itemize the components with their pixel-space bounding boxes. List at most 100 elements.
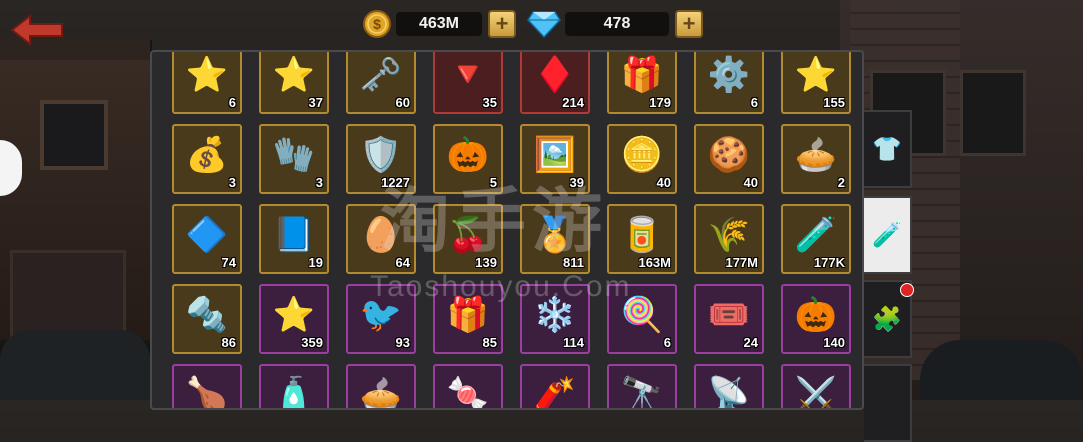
item-quantity: 24	[743, 335, 758, 350]
item-quantity: 359	[301, 335, 323, 350]
gold-coin-icon: 🪙	[620, 136, 664, 175]
crossed-tools-icon: ⚔️	[794, 376, 838, 410]
key-icon: 🗝️	[359, 56, 403, 95]
back-arrow-icon	[10, 13, 63, 47]
inventory-slot[interactable]: ⭐ 37	[259, 52, 329, 114]
gem-currency: 478 +	[527, 8, 703, 40]
inventory-slot[interactable]: 🍗	[172, 364, 242, 410]
item-quantity: 177K	[813, 255, 845, 270]
item-quantity: 40	[656, 175, 671, 190]
inventory-slot[interactable]: 🎃 140	[781, 284, 851, 354]
tab-more[interactable]	[864, 364, 912, 442]
inventory-slot[interactable]: 🧴	[259, 364, 329, 408]
inventory-slot[interactable]: 🔷 74	[172, 204, 242, 274]
svg-text:$: $	[373, 16, 381, 32]
gem-amount: 478	[565, 12, 669, 36]
inventory-slot[interactable]: 🧨	[520, 364, 590, 408]
inventory-slot[interactable]: 🎁 179	[607, 52, 677, 114]
inventory-slot[interactable]: 🪙 40	[607, 124, 677, 194]
add-gems-button[interactable]: +	[675, 10, 703, 38]
background-car	[0, 330, 150, 400]
pie-icon: 🥧	[794, 136, 838, 175]
item-quantity: 40	[743, 175, 758, 190]
back-button[interactable]	[10, 13, 64, 47]
item-quantity: 19	[308, 255, 323, 270]
puzzle-piece-icon: 🧩	[872, 305, 902, 333]
pie-icon: 🥧	[359, 376, 403, 410]
item-quantity: 214	[562, 95, 584, 110]
inventory-slot[interactable]: 📘 19	[259, 204, 329, 274]
blue-diamond-icon	[527, 11, 561, 38]
plus-icon: +	[682, 11, 696, 36]
inventory-slot[interactable]: 🍬	[433, 364, 503, 410]
inventory-slot[interactable]: 🧤 3	[259, 124, 329, 194]
item-quantity: 3	[315, 175, 323, 190]
wheat-icon: 🌾	[707, 216, 751, 255]
background-window	[960, 70, 1026, 156]
inventory-slot[interactable]: 🗝️ 60	[346, 52, 416, 114]
star-badge-icon: ⭐	[272, 56, 316, 95]
inventory-slot[interactable]: 🍪 40	[694, 124, 764, 194]
item-quantity: 85	[482, 335, 497, 350]
blue-shield-icon: 🔷	[185, 216, 229, 255]
tab-consumables[interactable]: 🧪	[864, 196, 912, 274]
item-quantity: 93	[395, 335, 410, 350]
background-car	[920, 340, 1083, 400]
item-quantity: 6	[228, 95, 236, 110]
red-gem-icon: ♦️	[533, 56, 577, 95]
inventory-slot[interactable]: 🥧	[346, 364, 416, 410]
inventory-slot[interactable]: 📡	[694, 364, 764, 410]
cookies-icon: 🍪	[707, 136, 751, 175]
inventory-slot[interactable]: 🔻 35	[433, 52, 503, 114]
gift-box-icon: 🎁	[620, 56, 664, 95]
tab-clothing[interactable]: 👕	[864, 110, 912, 188]
inventory-slot[interactable]: 🥫 163M	[607, 204, 677, 274]
inventory-slot[interactable]: ♦️ 214	[520, 52, 590, 114]
inventory-slot[interactable]: ⚙️ 6	[694, 52, 764, 114]
inventory-slot[interactable]: ⭐ 155	[781, 52, 851, 114]
item-quantity: 2	[837, 175, 845, 190]
add-gold-button[interactable]: +	[488, 10, 516, 38]
ticket-icon: 🎟️	[707, 296, 751, 335]
gift-bag-icon: 💰	[185, 136, 229, 175]
item-quantity: 177M	[725, 255, 758, 270]
item-quantity: 155	[823, 95, 845, 110]
inventory-slot[interactable]: 🥧 2	[781, 124, 851, 194]
item-quantity: 74	[221, 255, 236, 270]
inventory-slot[interactable]: 🎟️ 24	[694, 284, 764, 354]
number-star-icon: ⭐	[272, 296, 316, 335]
item-quantity: 179	[649, 95, 671, 110]
satellite-dish-icon: 📡	[707, 376, 751, 410]
watermark-chinese: 淘手游	[380, 182, 608, 260]
inventory-slot[interactable]: 🔭	[607, 364, 677, 410]
inventory-slot[interactable]: 🔩 86	[172, 284, 242, 354]
item-quantity: 6	[663, 335, 671, 350]
item-quantity: 86	[221, 335, 236, 350]
item-quantity: 114	[563, 335, 584, 350]
inventory-slot[interactable]: ⭐ 359	[259, 284, 329, 354]
background-window	[40, 100, 108, 170]
plus-icon: +	[495, 11, 509, 36]
item-quantity: 37	[308, 95, 323, 110]
metal-shard-icon: 🔩	[185, 296, 229, 335]
item-quantity: 6	[750, 95, 758, 110]
inventory-slot[interactable]: 💰 3	[172, 124, 242, 194]
star-badge-icon: ⭐	[794, 56, 838, 95]
gold-coin-icon: $	[363, 10, 391, 38]
shirt-icon: 👕	[872, 135, 902, 163]
inventory-slot[interactable]: ⭐ 6	[172, 52, 242, 114]
inventory-slot[interactable]: 🧪 177K	[781, 204, 851, 274]
roast-turkey-icon: 🍗	[185, 376, 229, 410]
inventory-slot[interactable]: 🌾 177M	[694, 204, 764, 274]
star-badge-icon: ⭐	[185, 56, 229, 95]
mitten-icon: 🧤	[272, 136, 316, 175]
revolver-drum-icon: ⚙️	[707, 56, 751, 95]
blueprint-icon: 📘	[272, 216, 316, 255]
item-quantity: 140	[823, 335, 845, 350]
telescope-icon: 🔭	[620, 376, 664, 410]
red-crystal-icon: 🔻	[446, 56, 490, 95]
gold-currency: $ 463M +	[362, 8, 516, 40]
potion-bottle-icon: 🧪	[872, 221, 902, 249]
inventory-slot[interactable]: ⚔️	[781, 364, 851, 410]
candy-icon: 🍬	[446, 376, 490, 410]
